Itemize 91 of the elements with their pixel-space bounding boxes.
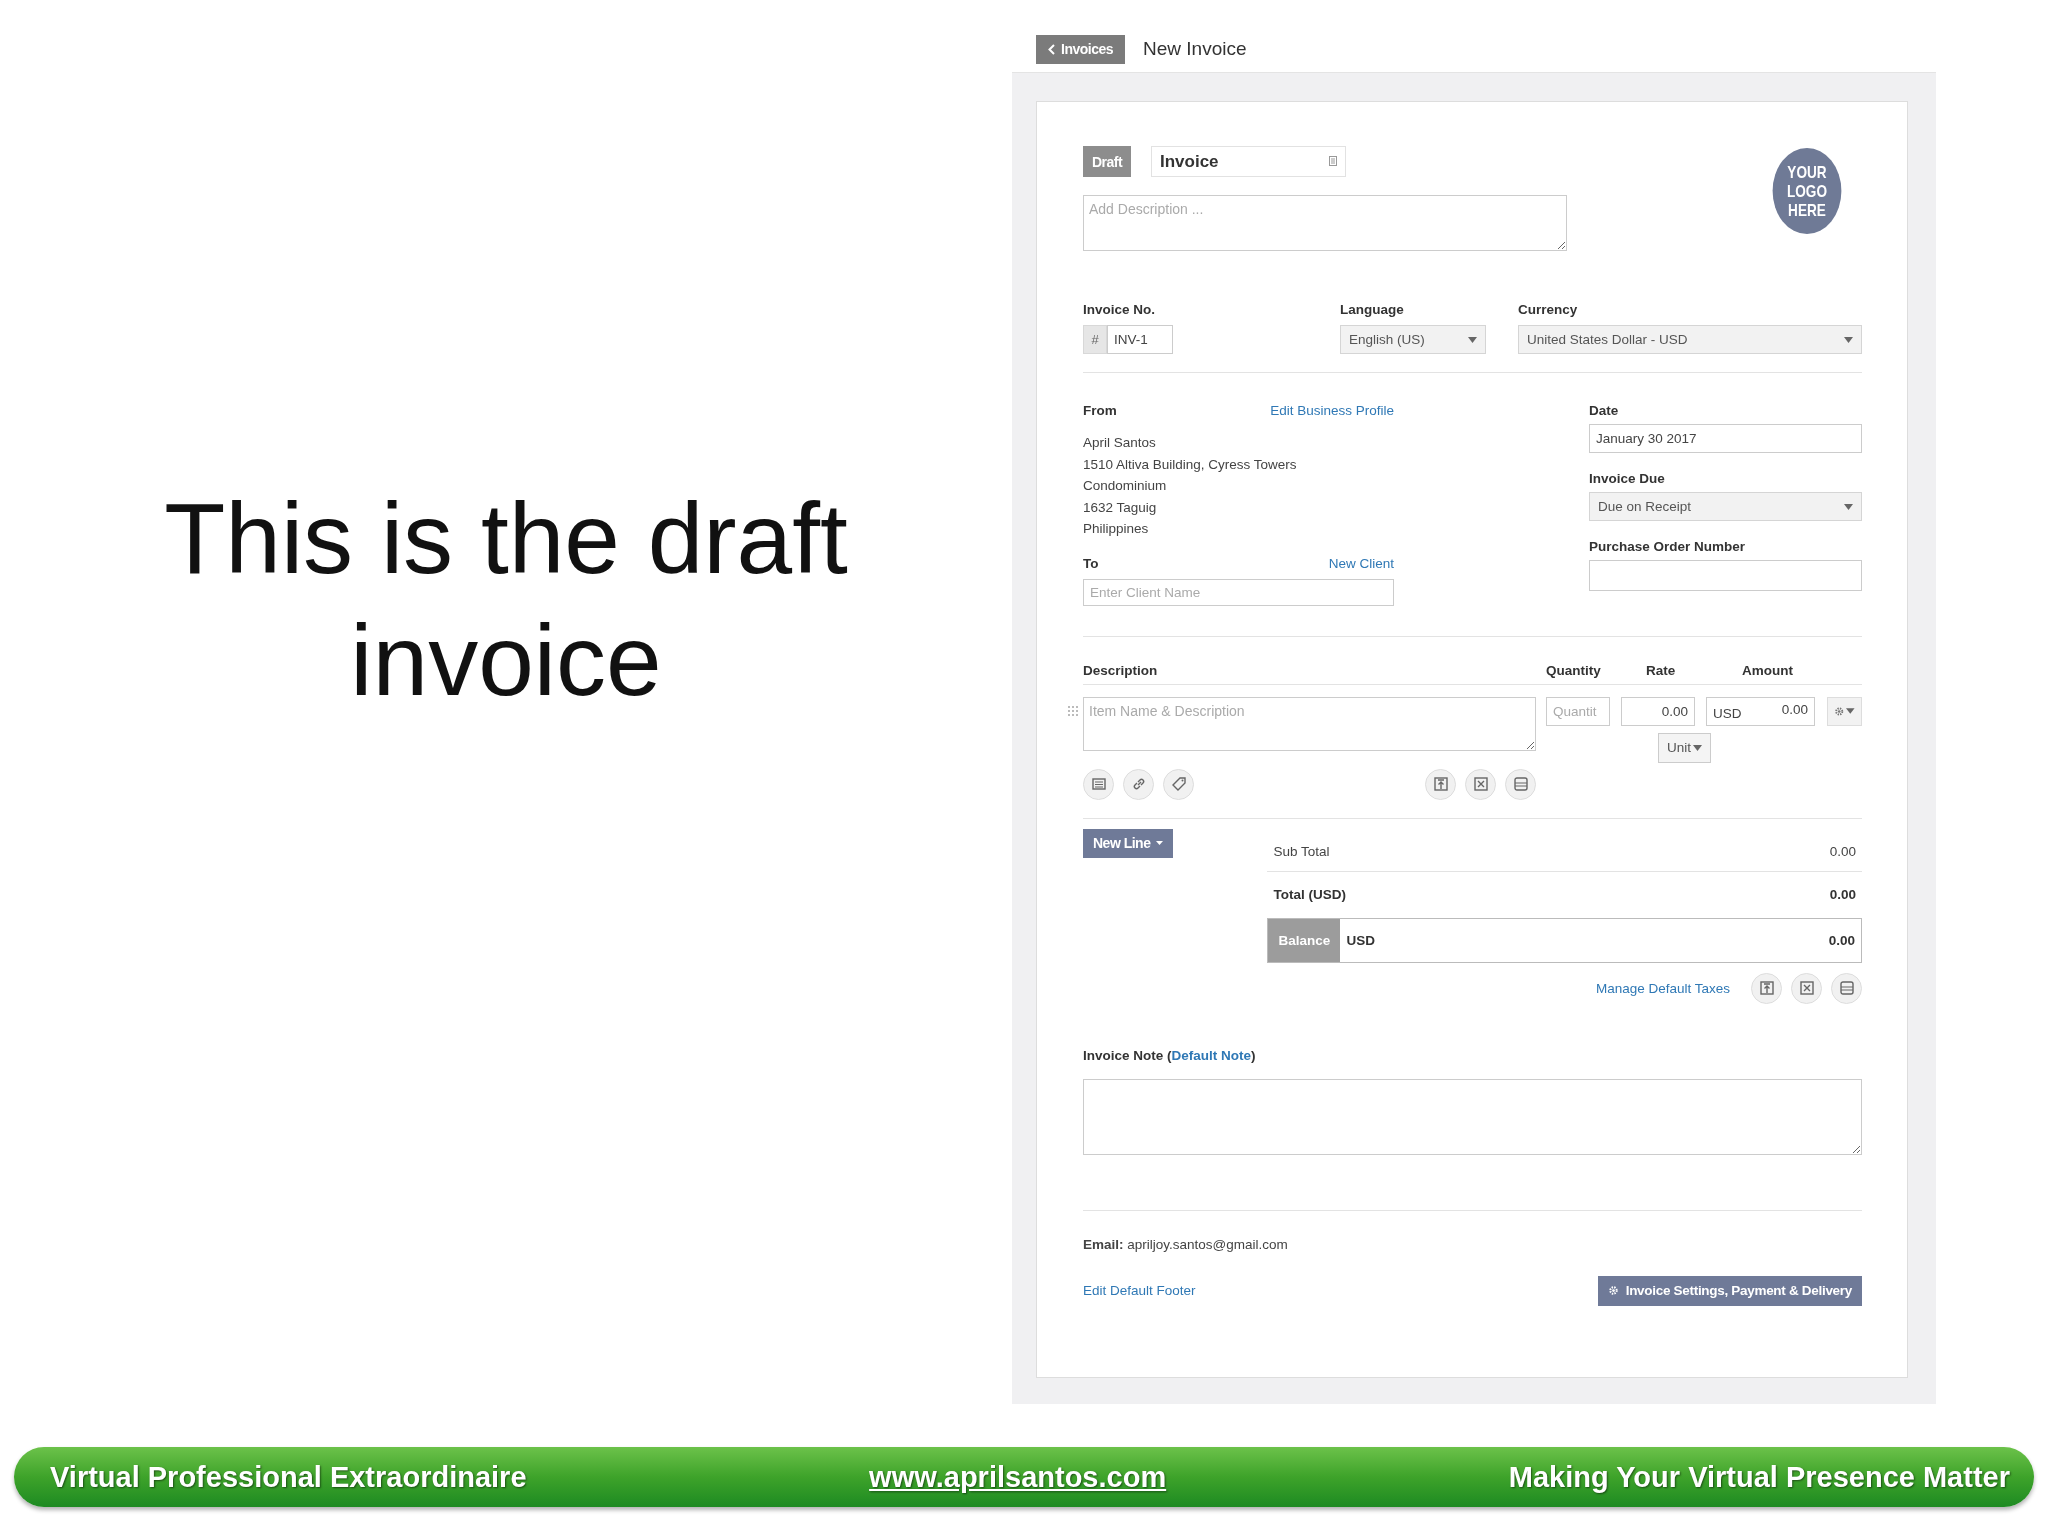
total-label: Sub Total xyxy=(1273,843,1330,859)
date-field[interactable]: January 30 2017 xyxy=(1589,424,1862,453)
new-client-link[interactable]: New Client xyxy=(1328,555,1394,579)
default-note-link[interactable]: Default Note xyxy=(1171,1047,1252,1063)
caret-icon xyxy=(1846,708,1855,714)
email-text: Email: apriljoy.santos@gmail.com xyxy=(1083,1236,1289,1252)
icon-button[interactable] xyxy=(1831,972,1862,1004)
balance-label: Balance xyxy=(1268,918,1341,962)
icon-button[interactable] xyxy=(1123,768,1154,800)
field-label: To xyxy=(1083,555,1099,571)
invoice-note-field[interactable] xyxy=(1083,1078,1862,1155)
icon-button[interactable] xyxy=(1083,768,1114,800)
item-description-field[interactable]: Item Name & Description xyxy=(1083,696,1536,751)
hash-prefix: # xyxy=(1083,325,1107,354)
icon-button[interactable] xyxy=(1751,972,1782,1004)
currency-label: USD xyxy=(1346,932,1375,948)
column-header: Quantity xyxy=(1546,662,1602,678)
icon-button[interactable] xyxy=(1791,972,1822,1004)
due-select[interactable]: Due on Receipt xyxy=(1589,492,1862,521)
column-header: Rate xyxy=(1646,662,1677,678)
address-line: April Santos xyxy=(1083,434,1157,452)
footer-slogan: Making Your Virtual Presence Matter xyxy=(1508,1460,2010,1494)
amount-field[interactable]: USD 0.00 xyxy=(1706,696,1815,726)
purchase-order-field[interactable] xyxy=(1589,560,1862,591)
tag-icon xyxy=(1171,777,1186,791)
currency-label: USD xyxy=(1713,705,1742,721)
total-value: 0.00 xyxy=(1829,886,1856,902)
rate-field[interactable]: 0.00 xyxy=(1621,696,1695,726)
column-header: Description xyxy=(1083,662,1159,678)
column-header: Amount xyxy=(1742,662,1793,678)
chevron-left-icon xyxy=(1048,43,1055,55)
address-line: Condominium xyxy=(1083,477,1168,495)
slide-caption: This is the draft invoice xyxy=(163,480,849,718)
logo-text: HERE xyxy=(1788,200,1826,220)
caret-icon xyxy=(1844,336,1853,343)
page-title: New Invoice xyxy=(1143,38,1247,60)
field-label: Invoice No. xyxy=(1083,302,1156,317)
gear-icon xyxy=(1607,1285,1619,1296)
field-label: Date xyxy=(1589,403,1620,418)
logo-text: YOUR xyxy=(1787,162,1827,182)
total-value: 0.00 xyxy=(1829,843,1856,859)
address-line: 1632 Taguig xyxy=(1083,498,1158,517)
amount-value: 0.00 xyxy=(1781,701,1808,717)
unit-button[interactable]: Unit xyxy=(1658,732,1711,763)
icon-button[interactable] xyxy=(1505,768,1536,800)
client-field[interactable]: Enter Client Name xyxy=(1083,578,1394,606)
upload-icon xyxy=(1433,777,1448,791)
caret-icon xyxy=(1156,841,1164,845)
field-label: Currency xyxy=(1518,302,1579,317)
gear-icon xyxy=(1834,705,1845,717)
settings-button[interactable]: Invoice Settings, Payment & Delivery xyxy=(1597,1275,1862,1306)
icon-button[interactable] xyxy=(1163,768,1194,800)
address-line: Philippines xyxy=(1083,520,1150,538)
manage-taxes-link[interactable]: Manage Default Taxes xyxy=(1595,980,1730,996)
link-icon xyxy=(1131,777,1146,791)
footer-tagline: Virtual Professional Extraordinaire xyxy=(50,1460,527,1494)
field-label: Purchase Order Number xyxy=(1589,539,1747,554)
new-line-button[interactable]: New Line xyxy=(1083,828,1174,858)
language-select[interactable]: English (US) xyxy=(1340,325,1486,354)
icon-button[interactable] xyxy=(1425,768,1456,800)
drawer-icon xyxy=(1513,777,1528,791)
quantity-field[interactable]: Quantit xyxy=(1546,696,1610,726)
edit-profile-link[interactable]: Edit Business Profile xyxy=(1270,403,1394,426)
status-badge: Draft xyxy=(1083,146,1131,177)
gear-menu-button[interactable] xyxy=(1827,696,1862,726)
caret-icon xyxy=(1693,744,1702,751)
field-label: From xyxy=(1083,403,1117,418)
edit-footer-link[interactable]: Edit Default Footer xyxy=(1083,1283,1196,1298)
field-label: Invoice Due xyxy=(1589,471,1666,486)
logo-text: LOGO xyxy=(1786,181,1827,201)
address-line: 1510 Altiva Building, Cyress Towers xyxy=(1083,455,1298,474)
title-field[interactable]: Invoice xyxy=(1151,146,1346,177)
caret-icon xyxy=(1844,503,1853,510)
field-icon xyxy=(1329,156,1337,166)
note-label-end: ) xyxy=(1251,1047,1256,1063)
total-label: Total (USD) xyxy=(1273,886,1346,902)
cross-box-icon xyxy=(1799,981,1814,995)
upload-icon xyxy=(1759,981,1774,995)
icon-button[interactable] xyxy=(1465,768,1496,800)
invoice-number-field[interactable]: INV-1 xyxy=(1107,325,1173,354)
drag-handle-icon[interactable] xyxy=(1067,704,1079,717)
drawer-icon xyxy=(1839,981,1854,995)
balance-value: 0.00 xyxy=(1828,932,1855,948)
list-icon xyxy=(1091,778,1106,790)
field-label: Language xyxy=(1340,302,1405,317)
caret-icon xyxy=(1468,336,1477,343)
description-field[interactable]: Add Description ... xyxy=(1083,195,1567,251)
cross-box-icon xyxy=(1473,777,1488,791)
currency-select[interactable]: United States Dollar - USD xyxy=(1518,325,1862,354)
note-label: Invoice Note ( xyxy=(1083,1047,1172,1063)
back-button[interactable]: Invoices xyxy=(1036,34,1126,64)
